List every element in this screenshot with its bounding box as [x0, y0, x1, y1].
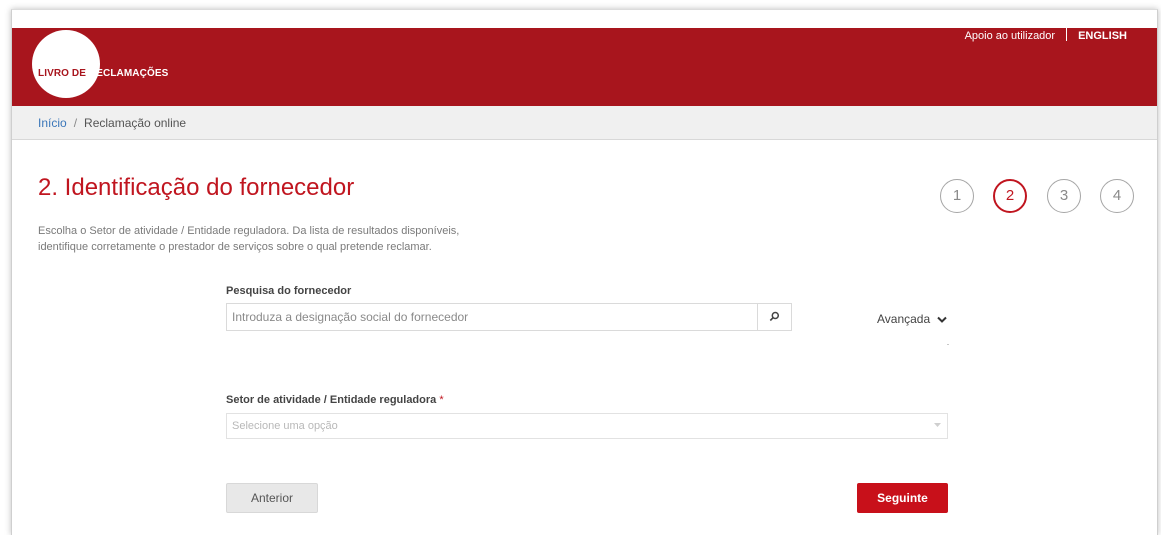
- dropdown-caret-icon: [934, 423, 941, 427]
- logo[interactable]: LIVRO DE RECLAMAÇÕES: [38, 68, 168, 79]
- support-link[interactable]: Apoio ao utilizador: [965, 30, 1056, 42]
- sector-label: Setor de atividade / Entidade reguladora…: [226, 394, 444, 406]
- search-label: Pesquisa do fornecedor: [226, 285, 352, 297]
- page-frame: LIVRO DE RECLAMAÇÕES Apoio ao utilizador…: [11, 9, 1158, 535]
- logo-text-part1: LIVRO DE: [38, 68, 87, 79]
- advanced-search-label: Avançada: [877, 312, 931, 326]
- chevron-down-icon: [936, 316, 947, 323]
- advanced-search-toggle[interactable]: Avançada: [877, 312, 947, 326]
- step-3[interactable]: 3: [1047, 179, 1081, 213]
- logo-badge[interactable]: [32, 30, 100, 98]
- breadcrumb-current: Reclamação online: [84, 116, 187, 130]
- page-intro: Escolha o Setor de atividade / Entidade …: [38, 223, 598, 255]
- search-box: [226, 303, 792, 331]
- intro-line-1: Escolha o Setor de atividade / Entidade …: [38, 225, 460, 237]
- breadcrumb-home-link[interactable]: Início: [38, 116, 67, 130]
- divider-mark: [947, 344, 949, 345]
- search-button[interactable]: [757, 304, 791, 330]
- step-2-current[interactable]: 2: [993, 179, 1027, 213]
- step-1[interactable]: 1: [940, 179, 974, 213]
- search-icon: [769, 311, 780, 322]
- utility-divider: [1066, 28, 1068, 41]
- previous-button[interactable]: Anterior: [226, 483, 318, 513]
- intro-line-2: identifique corretamente o prestador de …: [38, 241, 432, 253]
- header-bar: LIVRO DE RECLAMAÇÕES Apoio ao utilizador…: [12, 28, 1157, 106]
- logo-text-part2: RECLAMAÇÕES: [88, 68, 169, 79]
- sector-select[interactable]: Selecione uma opção: [226, 413, 948, 439]
- sector-label-text: Setor de atividade / Entidade reguladora: [226, 394, 437, 406]
- next-button[interactable]: Seguinte: [857, 483, 948, 513]
- breadcrumb: Início / Reclamação online: [12, 106, 1157, 140]
- required-marker: *: [439, 394, 444, 406]
- search-input[interactable]: [227, 304, 758, 330]
- page-title: 2. Identificação do fornecedor: [38, 174, 355, 201]
- language-link[interactable]: ENGLISH: [1078, 30, 1127, 42]
- sector-select-placeholder: Selecione uma opção: [232, 420, 338, 432]
- utility-links: Apoio ao utilizador ENGLISH: [965, 28, 1127, 42]
- step-4[interactable]: 4: [1100, 179, 1134, 213]
- breadcrumb-separator: /: [73, 116, 78, 130]
